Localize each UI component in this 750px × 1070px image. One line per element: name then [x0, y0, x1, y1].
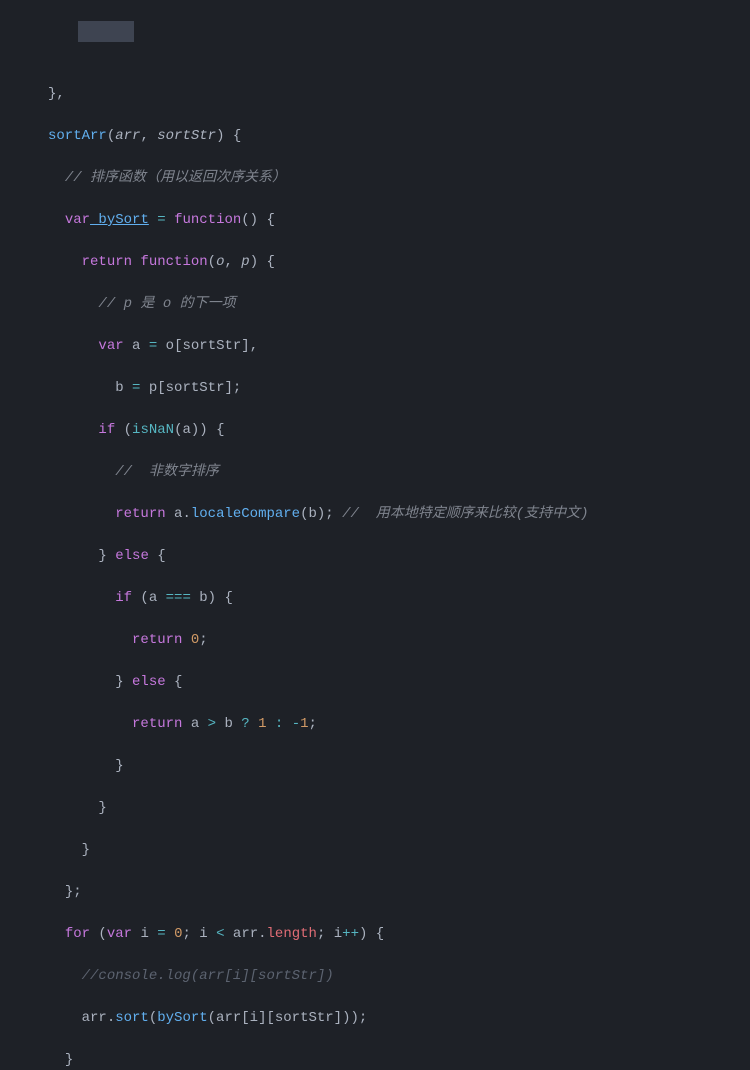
code-line[interactable]: b = p[sortStr]; — [30, 378, 750, 399]
code-line[interactable]: return function(o, p) { — [30, 252, 750, 273]
code-line[interactable]: // p 是 o 的下一项 — [30, 294, 750, 315]
text-selection — [78, 21, 134, 42]
code-area[interactable]: }, sortArr(arr, sortStr) { // 排序函数（用以返回次… — [30, 0, 750, 535]
code-line[interactable]: }, — [30, 84, 750, 105]
code-editor[interactable]: }, sortArr(arr, sortStr) { // 排序函数（用以返回次… — [0, 0, 750, 535]
code-line[interactable]: sortArr(arr, sortStr) { — [30, 126, 750, 147]
code-line[interactable]: }; — [30, 882, 750, 903]
code-line[interactable]: for (var i = 0; i < arr.length; i++) { — [30, 924, 750, 945]
code-line[interactable]: var a = o[sortStr], — [30, 336, 750, 357]
code-line[interactable]: return 0; — [30, 630, 750, 651]
code-line[interactable]: return a.localeCompare(b); // 用本地特定顺序来比较… — [30, 504, 750, 525]
code-line[interactable]: } — [30, 756, 750, 777]
code-line[interactable]: return a > b ? 1 : -1; — [30, 714, 750, 735]
code-line[interactable]: } — [30, 1050, 750, 1070]
code-line[interactable]: } else { — [30, 672, 750, 693]
code-line[interactable]: } — [30, 840, 750, 861]
code-line[interactable]: if (a === b) { — [30, 588, 750, 609]
code-line[interactable]: // 非数字排序 — [30, 462, 750, 483]
code-line[interactable]: //console.log(arr[i][sortStr]) — [30, 966, 750, 987]
code-line[interactable]: arr.sort(bySort(arr[i][sortStr])); — [30, 1008, 750, 1029]
code-line[interactable]: // 排序函数（用以返回次序关系） — [30, 168, 750, 189]
line-gutter — [0, 0, 30, 535]
code-line[interactable]: } else { — [30, 546, 750, 567]
code-line[interactable]: if (isNaN(a)) { — [30, 420, 750, 441]
code-line[interactable]: } — [30, 798, 750, 819]
code-line[interactable]: var bySort = function() { — [30, 210, 750, 231]
